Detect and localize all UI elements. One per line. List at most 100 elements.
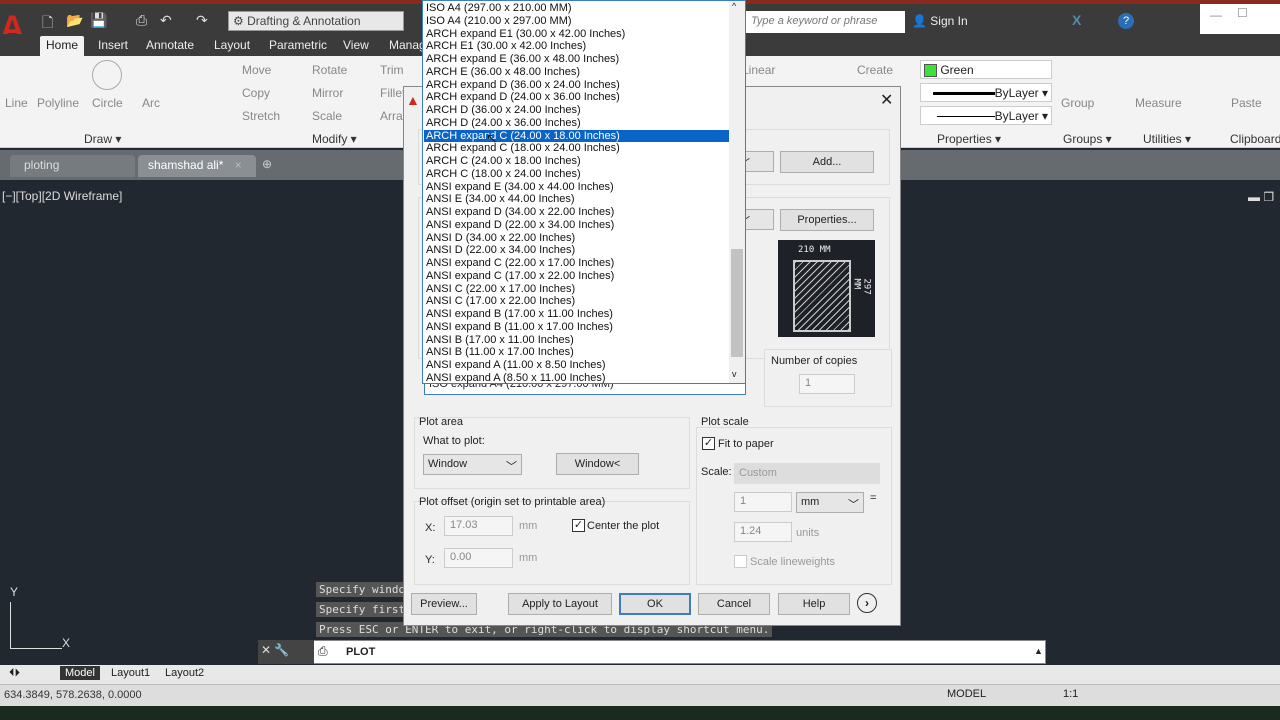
tab-parametric[interactable]: Parametric xyxy=(263,36,333,54)
paper-size-option[interactable]: ANSI expand A (8.50 x 11.00 Inches) xyxy=(424,372,730,385)
scale-unit-select[interactable]: mm ﹀ xyxy=(796,492,864,513)
groups-panel-title[interactable]: Groups ▾ xyxy=(1063,132,1112,146)
ok-button[interactable]: OK xyxy=(619,593,691,615)
circle-tool[interactable]: Circle xyxy=(92,96,123,110)
scale-select[interactable]: Custom xyxy=(734,463,880,484)
paper-size-option[interactable]: ANSI B (17.00 x 11.00 Inches) xyxy=(424,334,730,347)
add-button[interactable]: Add... xyxy=(780,151,874,173)
layout-tab-layout1[interactable]: Layout1 xyxy=(106,666,155,680)
file-tab-ploting[interactable]: ploting xyxy=(10,155,135,177)
undo-icon[interactable]: ↶ xyxy=(160,12,172,29)
what-to-plot-select[interactable]: Window ﹀ xyxy=(423,454,522,475)
model-space-button[interactable]: MODEL xyxy=(947,688,986,700)
open-icon[interactable]: 📂 xyxy=(66,12,83,29)
preview-button[interactable]: Preview... xyxy=(411,593,477,615)
new-tab-icon[interactable]: ⊕ xyxy=(262,157,272,171)
scrollbar-thumb[interactable] xyxy=(731,249,743,357)
arc-tool[interactable]: Arc xyxy=(142,96,160,110)
modify-panel-title[interactable]: Modify ▾ xyxy=(312,132,357,146)
paper-size-option[interactable]: ARCH expand C (18.00 x 24.00 Inches) xyxy=(424,142,730,155)
paper-size-option[interactable]: ISO A4 (210.00 x 297.00 MM) xyxy=(424,15,730,28)
paper-size-dropdown[interactable]: ISO A4 (297.00 x 210.00 MM) ISO A4 (210.0… xyxy=(422,0,746,384)
y-offset-input[interactable]: 0.00 xyxy=(444,548,513,568)
layout-nav-icon[interactable]: ⏴⏵ xyxy=(4,666,25,681)
polyline-tool[interactable]: Polyline xyxy=(37,96,79,110)
save-icon[interactable]: 💾 xyxy=(90,12,107,29)
paper-size-option[interactable]: ARCH expand E (36.00 x 48.00 Inches) xyxy=(424,53,730,66)
layout-tab-layout2[interactable]: Layout2 xyxy=(160,666,209,680)
paper-size-option[interactable]: ARCH D (24.00 x 36.00 Inches) xyxy=(424,117,730,130)
paper-size-option[interactable]: ANSI expand D (22.00 x 34.00 Inches) xyxy=(424,219,730,232)
paper-size-option[interactable]: ARCH D (36.00 x 24.00 Inches) xyxy=(424,104,730,117)
lineweight-select[interactable]: ByLayer ▾ xyxy=(920,106,1052,125)
sign-in-button[interactable]: 👤 Sign In xyxy=(912,14,968,28)
trim-tool[interactable]: Trim xyxy=(380,63,404,77)
paper-size-option[interactable]: ARCH expand D (24.00 x 36.00 Inches) xyxy=(424,91,730,104)
paper-size-option[interactable]: ANSI D (22.00 x 34.00 Inches) xyxy=(424,244,730,257)
paste-tool[interactable]: Paste xyxy=(1231,96,1262,110)
properties-panel-title[interactable]: Properties ▾ xyxy=(937,132,1001,146)
dropdown-scrollbar[interactable]: ^ v xyxy=(729,1,745,383)
paper-size-option[interactable]: ANSI E (34.00 x 44.00 Inches) xyxy=(424,193,730,206)
paper-size-option[interactable]: ANSI C (22.00 x 17.00 Inches) xyxy=(424,283,730,296)
tab-annotate[interactable]: Annotate xyxy=(140,36,200,54)
linetype-select[interactable]: ByLayer ▾ xyxy=(920,83,1052,102)
search-input[interactable]: Type a keyword or phrase xyxy=(745,11,905,33)
layout-tab-model[interactable]: Model xyxy=(60,666,100,680)
tab-view[interactable]: View xyxy=(337,36,375,54)
wrench-icon[interactable]: 🔧 xyxy=(274,643,289,657)
help-button[interactable]: Help xyxy=(778,593,850,615)
window-button[interactable]: Window< xyxy=(556,453,639,475)
new-icon[interactable]: 🗋 xyxy=(42,12,53,36)
paper-size-option[interactable]: ARCH expand E1 (30.00 x 42.00 Inches) xyxy=(424,28,730,41)
tab-layout[interactable]: Layout xyxy=(208,36,256,54)
linear-dim-tool[interactable]: Linear xyxy=(742,63,775,77)
create-block-tool[interactable]: Create xyxy=(857,63,893,77)
center-plot-checkbox[interactable]: ✓ xyxy=(572,519,585,532)
paper-size-option[interactable]: ANSI expand C (22.00 x 17.00 Inches) xyxy=(424,257,730,270)
tab-insert[interactable]: Insert xyxy=(92,36,134,54)
paper-size-option[interactable]: ANSI expand D (34.00 x 22.00 Inches) xyxy=(424,206,730,219)
paper-size-option[interactable]: ANSI expand A (11.00 x 8.50 Inches) xyxy=(424,359,730,372)
tab-home[interactable]: Home xyxy=(40,36,85,56)
x-offset-input[interactable]: 17.03 xyxy=(444,516,513,536)
copy-tool[interactable]: Copy xyxy=(242,86,270,100)
paper-size-option[interactable]: ISO A4 (297.00 x 210.00 MM) xyxy=(424,2,730,15)
scroll-down-icon[interactable]: v xyxy=(732,369,737,379)
exchange-icon[interactable]: X xyxy=(1072,12,1081,28)
paper-size-option[interactable]: ARCH C (18.00 x 24.00 Inches) xyxy=(424,168,730,181)
paper-size-option[interactable]: ANSI expand B (17.00 x 11.00 Inches) xyxy=(424,308,730,321)
paper-size-option[interactable]: ARCH E (36.00 x 48.00 Inches) xyxy=(424,66,730,79)
minimize-icon[interactable]: — xyxy=(1210,8,1222,22)
paper-size-option[interactable]: ANSI expand B (11.00 x 17.00 Inches) xyxy=(424,321,730,334)
properties-button[interactable]: Properties... xyxy=(780,209,874,231)
paper-size-option[interactable]: ARCH expand D (36.00 x 24.00 Inches) xyxy=(424,79,730,92)
apply-to-layout-button[interactable]: Apply to Layout xyxy=(508,593,612,615)
redo-icon[interactable]: ↷ xyxy=(196,12,208,29)
paper-size-option[interactable]: ANSI C (17.00 x 22.00 Inches) xyxy=(424,295,730,308)
scale-units-input[interactable]: 1.24 xyxy=(734,522,792,542)
paper-size-option[interactable]: ANSI expand E (34.00 x 44.00 Inches) xyxy=(424,181,730,194)
group-tool[interactable]: Group xyxy=(1061,96,1094,110)
paper-size-option[interactable]: ANSI expand C (17.00 x 22.00 Inches) xyxy=(424,270,730,283)
maximize-icon[interactable]: ☐ xyxy=(1237,6,1248,20)
scale-tool[interactable]: Scale xyxy=(312,109,342,123)
mirror-tool[interactable]: Mirror xyxy=(312,86,343,100)
paper-size-option[interactable]: ANSI B (11.00 x 17.00 Inches) xyxy=(424,346,730,359)
paper-size-option[interactable]: ARCH expand C (24.00 x 18.00 Inches) xyxy=(424,129,730,143)
utilities-panel-title[interactable]: Utilities ▾ xyxy=(1143,132,1191,146)
color-select[interactable]: Green xyxy=(920,60,1052,79)
paper-size-option[interactable]: ARCH E1 (30.00 x 42.00 Inches) xyxy=(424,40,730,53)
more-options-icon[interactable]: › xyxy=(857,593,877,613)
expand-history-icon[interactable]: ▲ xyxy=(1034,646,1043,656)
print-icon[interactable]: ⎙ xyxy=(136,12,147,29)
close-dialog-icon[interactable]: ✕ xyxy=(880,90,893,110)
viewport-minimize-icon[interactable]: ▬ ❐ xyxy=(1248,190,1274,204)
close-tab-icon[interactable]: × xyxy=(235,158,242,172)
rotate-tool[interactable]: Rotate xyxy=(312,63,347,77)
clipboard-panel-title[interactable]: Clipboard xyxy=(1230,132,1280,146)
file-tab-shamshad[interactable]: shamshad ali* × xyxy=(138,155,256,177)
stretch-tool[interactable]: Stretch xyxy=(242,109,280,123)
annotation-scale[interactable]: 1:1 xyxy=(1063,688,1078,700)
scroll-up-icon[interactable]: ^ xyxy=(732,1,736,11)
